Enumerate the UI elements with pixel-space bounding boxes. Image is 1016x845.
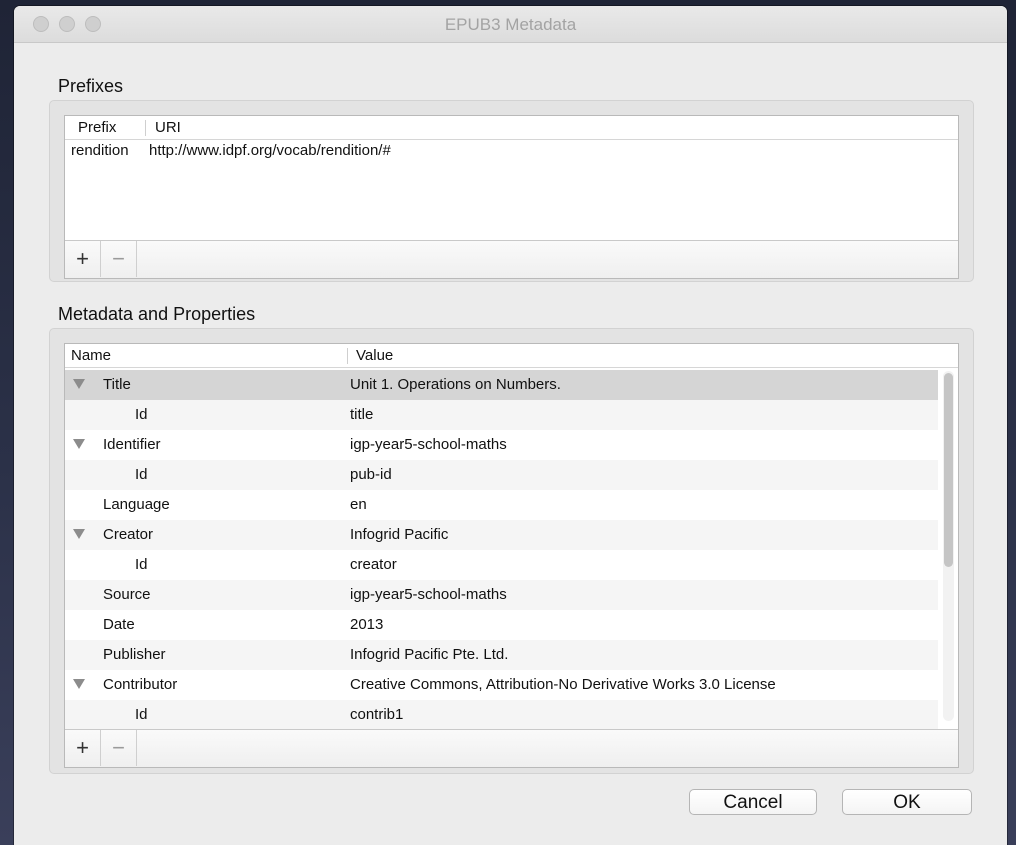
remove-prefix-button[interactable]: −	[101, 241, 137, 277]
column-header-value[interactable]: Value	[356, 347, 393, 364]
property-name-cell: Id	[135, 406, 148, 423]
metadata-table[interactable]: Name Value Title Unit 1. Operations on Nu…	[64, 343, 959, 768]
metadata-row[interactable]: Title Unit 1. Operations on Numbers.	[65, 370, 938, 400]
metadata-scrollbar[interactable]	[943, 371, 954, 721]
remove-metadata-button[interactable]: −	[101, 730, 137, 766]
metadata-row[interactable]: Id creator	[65, 550, 938, 580]
add-prefix-button[interactable]: +	[65, 241, 101, 277]
property-value-cell: contrib1	[350, 706, 404, 723]
metadata-row[interactable]: Contributor Creative Commons, Attribution…	[65, 670, 938, 700]
property-name-cell: Date	[103, 616, 135, 633]
prefixes-toolbar: + −	[65, 240, 958, 278]
prefixes-group: Prefix URI rendition http://www.idpf.org/…	[49, 100, 974, 282]
property-value-cell: Infogrid Pacific Pte. Ltd.	[350, 646, 509, 663]
prefixes-table[interactable]: Prefix URI rendition http://www.idpf.org/…	[64, 115, 959, 279]
metadata-row[interactable]: Id pub-id	[65, 460, 938, 490]
window-title: EPUB3 Metadata	[444, 15, 577, 34]
property-name-cell: Id	[135, 556, 148, 573]
column-header-uri[interactable]: URI	[155, 119, 181, 136]
title-bar: EPUB3 Metadata	[14, 6, 1007, 43]
ok-button[interactable]: OK	[842, 789, 972, 815]
scrollbar-thumb[interactable]	[944, 373, 953, 567]
metadata-row[interactable]: Date 2013	[65, 610, 938, 640]
property-name-cell: Title	[103, 376, 131, 393]
metadata-section-title: Metadata and Properties	[58, 304, 256, 324]
property-name-cell: Source	[103, 586, 151, 603]
property-value-cell: igp-year5-school-maths	[350, 436, 507, 453]
property-value-cell: igp-year5-school-maths	[350, 586, 507, 603]
property-name-cell: Identifier	[103, 436, 161, 453]
disclosure-triangle-icon[interactable]	[73, 379, 85, 389]
add-metadata-button[interactable]: +	[65, 730, 101, 766]
metadata-row[interactable]: Language en	[65, 490, 938, 520]
prefix-cell: rendition	[71, 142, 129, 159]
metadata-toolbar: + −	[65, 729, 958, 767]
property-name-cell: Id	[135, 466, 148, 483]
metadata-row[interactable]: Id contrib1	[65, 700, 938, 730]
metadata-row[interactable]: Creator Infogrid Pacific	[65, 520, 938, 550]
property-name-cell: Publisher	[103, 646, 166, 663]
property-value-cell: pub-id	[350, 466, 392, 483]
prefixes-section-title: Prefixes	[58, 76, 124, 96]
property-value-cell: Infogrid Pacific	[350, 526, 449, 543]
property-value-cell: Unit 1. Operations on Numbers.	[350, 376, 561, 393]
property-name-cell: Id	[135, 706, 148, 723]
uri-cell: http://www.idpf.org/vocab/rendition/#	[149, 142, 391, 159]
property-value-cell: 2013	[350, 616, 384, 633]
column-header-prefix[interactable]: Prefix	[78, 119, 116, 136]
epub3-metadata-dialog: EPUB3 Metadata Prefixes Prefix URI rendi…	[14, 6, 1007, 845]
property-name-cell: Language	[103, 496, 170, 513]
metadata-row[interactable]: Id title	[65, 400, 938, 430]
prefix-row[interactable]: rendition http://www.idpf.org/vocab/rendi…	[65, 140, 958, 162]
prefixes-table-header: Prefix URI	[65, 116, 958, 140]
metadata-row[interactable]: Identifier igp-year5-school-maths	[65, 430, 938, 460]
metadata-row[interactable]: Source igp-year5-school-maths	[65, 580, 938, 610]
metadata-row[interactable]: Publisher Infogrid Pacific Pte. Ltd.	[65, 640, 938, 670]
property-value-cell: Creative Commons, Attribution-No Derivat…	[350, 676, 776, 693]
disclosure-triangle-icon[interactable]	[73, 439, 85, 449]
column-header-name[interactable]: Name	[71, 347, 111, 364]
property-name-cell: Creator	[103, 526, 154, 543]
disclosure-triangle-icon[interactable]	[73, 529, 85, 539]
property-name-cell: Contributor	[103, 676, 178, 693]
metadata-group: Name Value Title Unit 1. Operations on Nu…	[49, 328, 974, 774]
metadata-table-header: Name Value	[65, 344, 958, 368]
column-divider[interactable]	[347, 348, 348, 364]
column-divider[interactable]	[145, 120, 146, 136]
disclosure-triangle-icon[interactable]	[73, 679, 85, 689]
cancel-button[interactable]: Cancel	[689, 789, 817, 815]
property-value-cell: en	[350, 496, 367, 513]
property-value-cell: title	[350, 406, 374, 423]
property-value-cell: creator	[350, 556, 397, 573]
